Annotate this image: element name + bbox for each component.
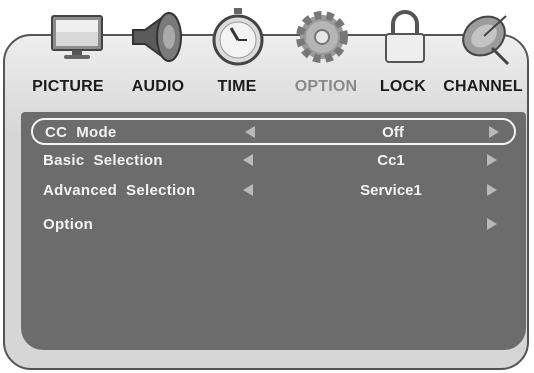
- left-arrow-icon[interactable]: [243, 154, 253, 166]
- setting-label: Option: [43, 216, 94, 233]
- padlock-icon[interactable]: [372, 4, 438, 70]
- setting-row-cc-mode[interactable]: CC Mode Off: [31, 118, 516, 145]
- tab-time[interactable]: TIME: [187, 78, 287, 96]
- setting-value: Service1: [360, 182, 422, 199]
- tab-channel[interactable]: CHANNEL: [433, 78, 533, 96]
- stopwatch-icon[interactable]: [205, 4, 271, 70]
- settings-panel: CC Mode Off Basic Selection Cc1 Advanced…: [21, 112, 526, 350]
- right-arrow-icon[interactable]: [487, 184, 497, 196]
- left-arrow-icon[interactable]: [245, 126, 255, 138]
- setting-row-option[interactable]: Option: [31, 212, 516, 239]
- setting-value: Off: [382, 124, 404, 141]
- setting-label: CC Mode: [45, 124, 117, 141]
- setting-row-basic-selection[interactable]: Basic Selection Cc1: [31, 148, 516, 175]
- setting-row-advanced-selection[interactable]: Advanced Selection Service1: [31, 178, 516, 205]
- setting-label: Advanced Selection: [43, 182, 196, 199]
- right-arrow-icon[interactable]: [487, 154, 497, 166]
- setting-label: Basic Selection: [43, 152, 163, 169]
- gear-icon[interactable]: [289, 4, 355, 70]
- right-arrow-icon[interactable]: [487, 218, 497, 230]
- satellite-dish-icon[interactable]: [454, 4, 520, 70]
- menu-tabs: PICTURE AUDIO TIME OPTION LOCK CHANNEL: [0, 78, 534, 102]
- left-arrow-icon[interactable]: [243, 184, 253, 196]
- right-arrow-icon[interactable]: [489, 126, 499, 138]
- menu-icons-bar: [0, 0, 534, 75]
- picture-icon[interactable]: [44, 4, 110, 70]
- setting-value: Cc1: [377, 152, 405, 169]
- tab-picture[interactable]: PICTURE: [18, 78, 118, 96]
- speaker-icon[interactable]: [125, 4, 191, 70]
